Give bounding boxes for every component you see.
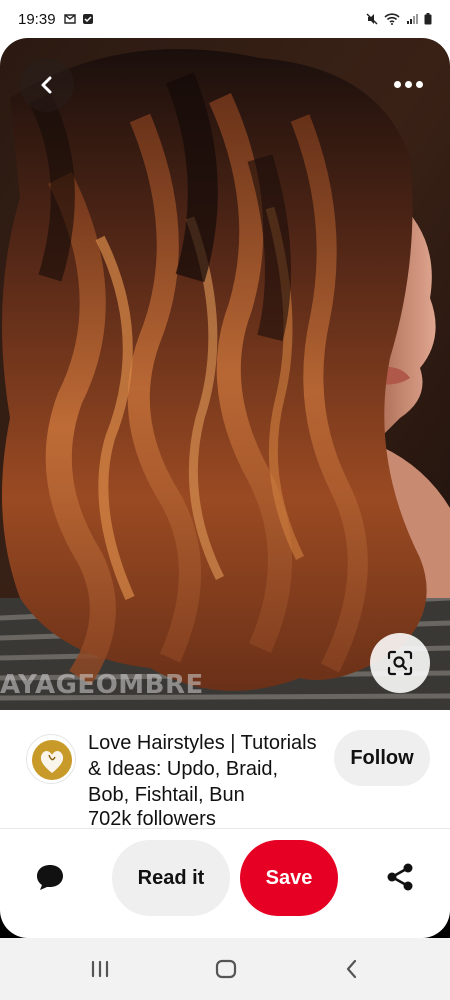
share-icon	[387, 863, 413, 891]
pin-card: AYAGEOMBRE Love Hairstyles | Tutorials &…	[0, 38, 450, 938]
comment-bubble-icon	[37, 865, 63, 890]
comment-button[interactable]	[24, 851, 76, 903]
hair-photo	[0, 38, 450, 710]
home-icon	[215, 959, 237, 979]
pin-image[interactable]: AYAGEOMBRE	[0, 38, 450, 710]
status-bar: 19:39	[0, 0, 450, 38]
action-bar: Read it Save	[0, 839, 450, 917]
visual-search-button[interactable]	[370, 633, 430, 693]
back-nav-button[interactable]	[329, 950, 375, 988]
gmail-icon	[63, 14, 76, 24]
visual-search-icon	[387, 650, 413, 676]
read-it-button[interactable]: Read it	[112, 840, 230, 916]
battery-icon	[424, 13, 432, 25]
creator-section: Love Hairstyles | Tutorials & Ideas: Upd…	[26, 730, 436, 834]
back-button[interactable]	[20, 58, 74, 112]
more-options-button[interactable]	[386, 62, 430, 106]
system-nav-bar	[0, 938, 450, 1000]
mute-icon	[366, 13, 378, 25]
check-box-icon	[82, 14, 93, 24]
signal-icon	[407, 14, 418, 24]
watermark-text: AYAGEOMBRE	[0, 670, 204, 700]
back-icon	[346, 959, 357, 979]
recents-icon	[91, 960, 109, 978]
recents-button[interactable]	[77, 950, 123, 988]
divider	[0, 828, 450, 829]
more-dots-icon	[393, 80, 401, 88]
wifi-icon	[384, 13, 400, 25]
status-time: 19:39	[18, 10, 56, 28]
save-button[interactable]: Save	[240, 840, 338, 916]
creator-name[interactable]: Love Hairstyles | Tutorials & Ideas: Upd…	[88, 730, 320, 808]
avatar-logo-icon	[32, 740, 72, 780]
share-button[interactable]	[374, 851, 426, 903]
home-button[interactable]	[203, 950, 249, 988]
chevron-left-icon	[41, 76, 52, 94]
creator-avatar[interactable]	[26, 734, 76, 784]
follow-button[interactable]: Follow	[334, 730, 430, 786]
